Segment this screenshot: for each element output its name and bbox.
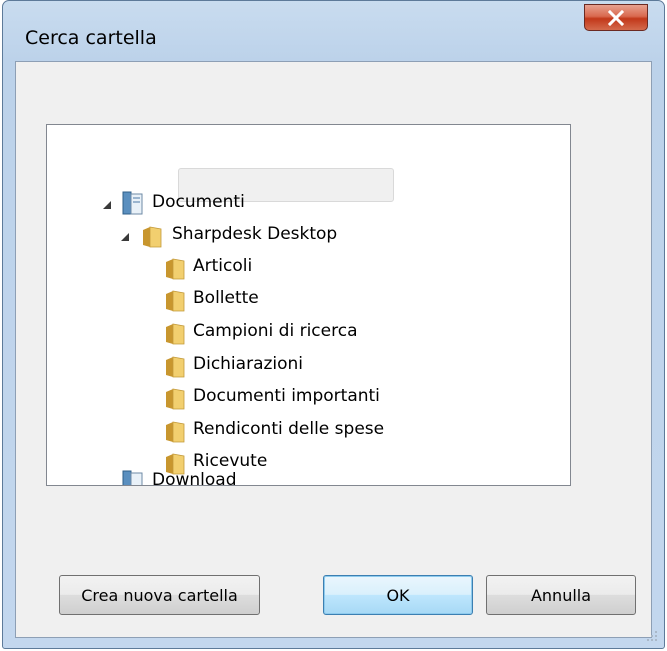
tree-item-label: Dichiarazioni	[193, 354, 304, 374]
library-icon	[122, 191, 143, 215]
expanded-triangle-icon[interactable]	[102, 200, 112, 210]
tree-item-label: Ricevute	[193, 451, 268, 471]
close-icon	[607, 9, 625, 26]
tree-item-label: Rendiconti delle spese	[193, 419, 385, 439]
tree-item-label: Campioni di ricerca	[193, 321, 358, 341]
new-folder-button-label: Crea nuova cartella	[81, 585, 238, 605]
close-button[interactable]	[584, 4, 648, 31]
ok-button-label: OK	[386, 585, 410, 605]
new-folder-button[interactable]: Crea nuova cartella	[59, 575, 260, 615]
tree-item-label: Bollette	[193, 288, 259, 308]
tree-item-label: Download	[152, 470, 237, 486]
folder-tree[interactable]: Documenti Sharpdesk Desktop Articoli Bol…	[46, 124, 571, 486]
dialog-title: Cerca cartella	[25, 27, 157, 49]
library-icon	[122, 470, 143, 485]
folder-icon	[166, 421, 185, 443]
resize-grip-icon[interactable]	[644, 628, 658, 642]
tree-item-label: Documenti importanti	[193, 386, 380, 406]
cancel-button[interactable]: Annulla	[486, 575, 636, 615]
expanded-triangle-icon[interactable]	[120, 232, 130, 242]
folder-icon	[166, 388, 185, 410]
tree-item-label: Articoli	[193, 256, 253, 276]
folder-icon	[143, 226, 162, 248]
ok-button[interactable]: OK	[323, 575, 473, 615]
folder-icon	[166, 356, 185, 378]
folder-icon	[166, 323, 185, 345]
tree-item-label: Sharpdesk Desktop	[172, 224, 338, 244]
tree-item-label: Documenti	[152, 192, 245, 212]
folder-icon	[166, 258, 185, 280]
cancel-button-label: Annulla	[530, 585, 592, 605]
browse-folder-dialog: Cerca cartella Documenti Sharpdesk Deskt…	[2, 0, 665, 649]
folder-icon	[166, 290, 185, 312]
